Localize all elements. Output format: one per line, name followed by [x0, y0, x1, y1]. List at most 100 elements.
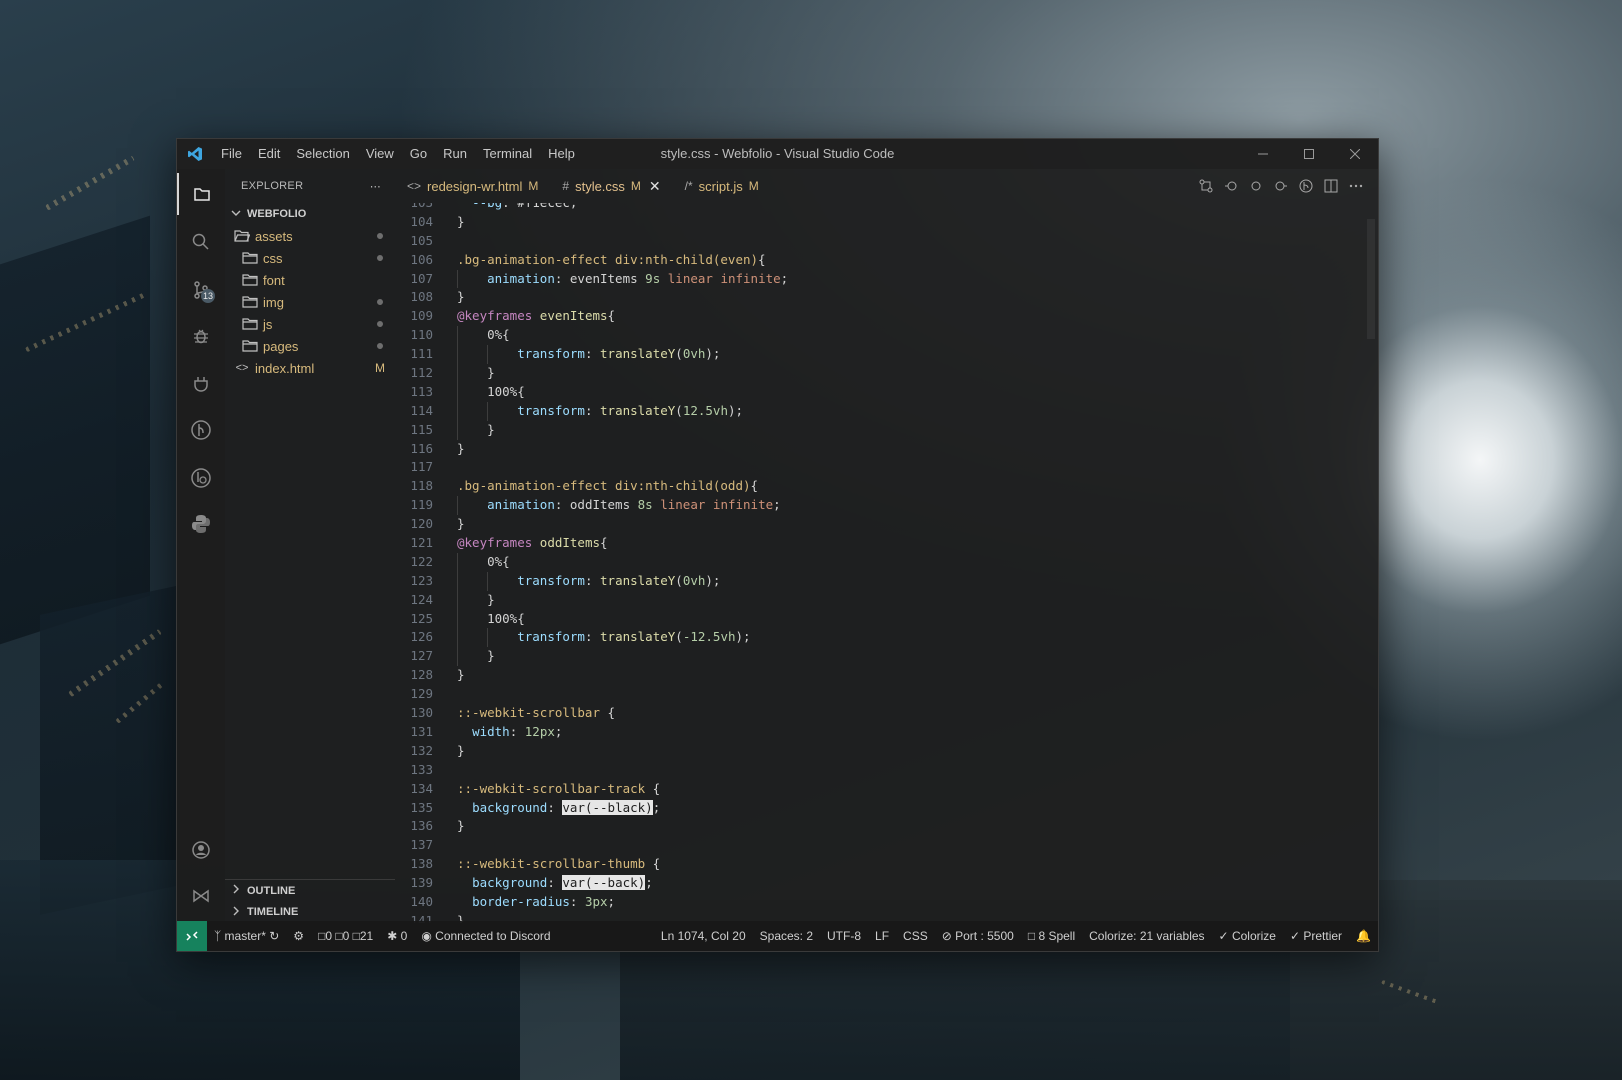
code-line[interactable]: 126 transform: translateY(-12.5vh);: [395, 628, 1364, 648]
cursor-position[interactable]: Ln 1074, Col 20: [654, 929, 753, 943]
git-graph-icon[interactable]: [177, 409, 225, 451]
code-line[interactable]: 127 }: [395, 647, 1364, 667]
code-line[interactable]: 120}: [395, 515, 1364, 534]
code-line[interactable]: 115 }: [395, 420, 1364, 440]
tree-item-js[interactable]: js: [225, 313, 395, 335]
more-actions-icon[interactable]: ⋯: [370, 180, 381, 193]
account-icon[interactable]: [177, 829, 225, 871]
encoding[interactable]: UTF-8: [820, 929, 868, 943]
open-changes-icon[interactable]: [1193, 174, 1218, 199]
code-line[interactable]: 107 animation: evenItems 9s linear infin…: [395, 269, 1364, 289]
code-line[interactable]: 125 100%{: [395, 609, 1364, 629]
code-line[interactable]: 104}: [395, 213, 1364, 232]
discord-status[interactable]: ◉ Connected to Discord: [414, 929, 557, 943]
close-button[interactable]: [1332, 139, 1378, 169]
menu-help[interactable]: Help: [540, 139, 583, 169]
git-graph-status[interactable]: ⚙: [286, 929, 311, 943]
live-share-icon[interactable]: [177, 875, 225, 917]
live-server-port[interactable]: ⊘ Port : 5500: [935, 929, 1021, 943]
code-line[interactable]: 130::-webkit-scrollbar {: [395, 704, 1364, 723]
menu-edit[interactable]: Edit: [250, 139, 288, 169]
code-line[interactable]: 135 background: var(--black);: [395, 799, 1364, 818]
minimize-button[interactable]: [1240, 139, 1286, 169]
code-line[interactable]: 133: [395, 761, 1364, 780]
code-line[interactable]: 114 transform: translateY(12.5vh);: [395, 401, 1364, 421]
source-control-icon[interactable]: 13: [177, 269, 225, 311]
spell-check[interactable]: □ 8 Spell: [1021, 929, 1082, 943]
editor-scrollbar-thumb[interactable]: [1367, 219, 1375, 339]
colorize-variables[interactable]: Colorize: 21 variables: [1082, 929, 1211, 943]
python-icon[interactable]: [177, 503, 225, 545]
code-line[interactable]: 140 border-radius: 3px;: [395, 893, 1364, 912]
explorer-icon[interactable]: [177, 173, 225, 215]
notifications-icon[interactable]: 🔔: [1349, 929, 1378, 943]
tab-script-js[interactable]: /* script.js M: [673, 169, 771, 203]
code-line[interactable]: 116}: [395, 440, 1364, 459]
problems-status[interactable]: □0 □0 □21: [311, 929, 380, 943]
tree-item-assets[interactable]: assets: [225, 225, 395, 247]
code-line[interactable]: 110 0%{: [395, 326, 1364, 346]
code-line[interactable]: 118 .bg-animation-effect div:nth-child(od…: [395, 477, 1364, 496]
tree-item-pages[interactable]: pages: [225, 335, 395, 357]
end-of-line[interactable]: LF: [868, 929, 896, 943]
menu-terminal[interactable]: Terminal: [475, 139, 540, 169]
code-line[interactable]: 119 animation: oddItems 8s linear infini…: [395, 496, 1364, 516]
colorize-toggle[interactable]: ✓ Colorize: [1212, 929, 1283, 943]
code-line[interactable]: 139 background: var(--back);: [395, 874, 1364, 893]
code-line[interactable]: 136}: [395, 817, 1364, 836]
tree-item-font[interactable]: font: [225, 269, 395, 291]
code-line[interactable]: 103 --bg: #f1ecec;: [395, 203, 1364, 213]
code-line[interactable]: 105: [395, 232, 1364, 251]
git-lens-icon[interactable]: [1293, 174, 1318, 199]
code-line[interactable]: 138::-webkit-scrollbar-thumb {: [395, 855, 1364, 874]
editor-scrollbar[interactable]: [1364, 203, 1378, 923]
code-editor[interactable]: 103 --bg: #f1ecec;104}105106.bg-animatio…: [395, 203, 1364, 923]
language-mode[interactable]: CSS: [896, 929, 935, 943]
code-line[interactable]: 123 transform: translateY(0vh);: [395, 571, 1364, 591]
workspace-root[interactable]: WEBFOLIO: [225, 203, 395, 225]
timeline-section[interactable]: TIMELINE: [225, 901, 395, 923]
code-line[interactable]: 132}: [395, 742, 1364, 761]
code-line[interactable]: 113 100%{: [395, 382, 1364, 402]
go-forward-icon[interactable]: [1268, 174, 1293, 199]
code-line[interactable]: 131 width: 12px;: [395, 723, 1364, 742]
debug-icon[interactable]: [177, 315, 225, 357]
tab-style-css[interactable]: # style.css M ✕: [550, 169, 672, 203]
code-line[interactable]: 108}: [395, 288, 1364, 307]
code-line[interactable]: 134::-webkit-scrollbar-track {: [395, 780, 1364, 799]
tree-item-img[interactable]: img: [225, 291, 395, 313]
menu-view[interactable]: View: [358, 139, 402, 169]
search-icon[interactable]: [177, 221, 225, 263]
indentation[interactable]: Spaces: 2: [753, 929, 820, 943]
tree-item-index-html[interactable]: <> index.html M: [225, 357, 395, 379]
maximize-button[interactable]: [1286, 139, 1332, 169]
remote-indicator[interactable]: [177, 921, 207, 951]
outline-section[interactable]: OUTLINE: [225, 879, 395, 901]
split-editor-icon[interactable]: [1318, 174, 1343, 199]
code-line[interactable]: 129: [395, 685, 1364, 704]
code-line[interactable]: 117: [395, 458, 1364, 477]
code-line[interactable]: 137: [395, 836, 1364, 855]
go-back-icon[interactable]: [1218, 174, 1243, 199]
commit-icon[interactable]: [1243, 174, 1268, 199]
menu-go[interactable]: Go: [402, 139, 435, 169]
menu-run[interactable]: Run: [435, 139, 475, 169]
tab-redesign-wr-html[interactable]: <> redesign-wr.html M: [395, 169, 550, 203]
code-line[interactable]: 109 @keyframes evenItems{: [395, 307, 1364, 326]
prettier-status[interactable]: ✓ Prettier: [1283, 929, 1349, 943]
code-line[interactable]: 106 .bg-animation-effect div:nth-child(ev…: [395, 251, 1364, 270]
code-line[interactable]: 128}: [395, 666, 1364, 685]
code-line[interactable]: 121 @keyframes oddItems{: [395, 534, 1364, 553]
code-line[interactable]: 124 }: [395, 590, 1364, 610]
menu-selection[interactable]: Selection: [288, 139, 357, 169]
tab-close-icon[interactable]: ✕: [649, 178, 661, 195]
code-line[interactable]: 122 0%{: [395, 552, 1364, 572]
branch-status[interactable]: ᛉ master* ↻: [207, 929, 286, 943]
git-history-icon[interactable]: [177, 457, 225, 499]
ports-status[interactable]: ✱ 0: [380, 929, 414, 943]
menu-file[interactable]: File: [213, 139, 250, 169]
extensions-icon[interactable]: [177, 363, 225, 405]
code-line[interactable]: 111 transform: translateY(0vh);: [395, 345, 1364, 365]
tree-item-css[interactable]: css: [225, 247, 395, 269]
more-actions-icon[interactable]: [1343, 174, 1368, 199]
